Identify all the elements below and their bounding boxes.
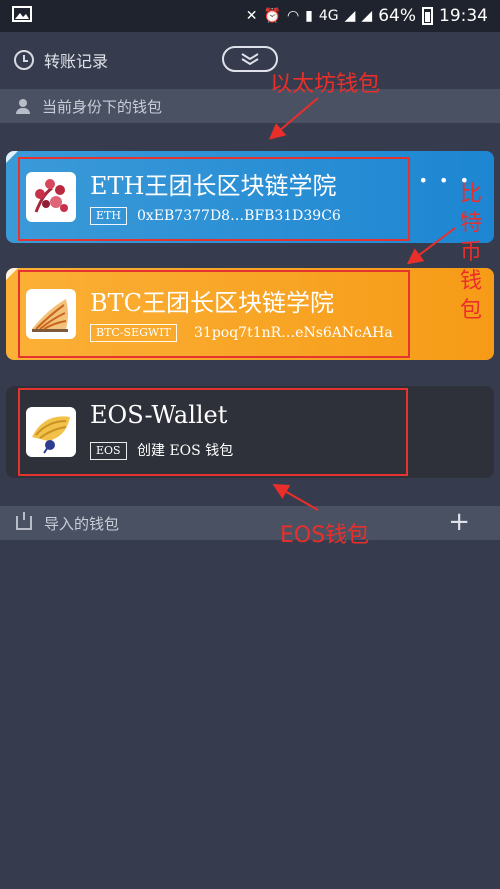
annotation-arrows: [268, 97, 456, 511]
